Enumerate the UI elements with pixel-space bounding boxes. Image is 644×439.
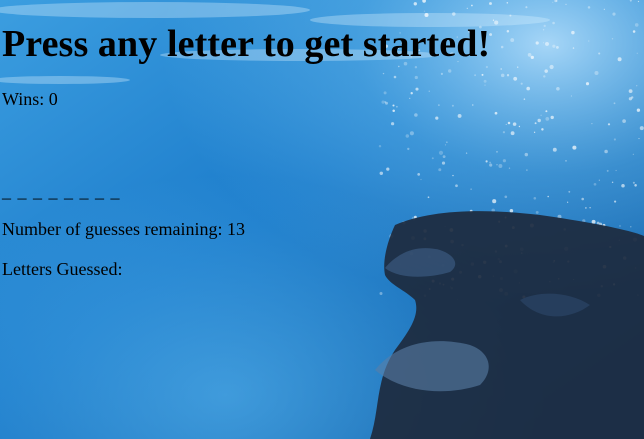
letters-guessed: Letters Guessed: xyxy=(2,258,644,280)
wins-value: 0 xyxy=(48,89,58,109)
current-word-blanks: _ _ _ _ _ _ _ _ xyxy=(2,181,121,201)
start-prompt-heading: Press any letter to get started! xyxy=(2,23,491,65)
letters-guessed-label: Letters Guessed: xyxy=(2,259,123,279)
game-panel: Press any letter to get started! Wins: 0… xyxy=(0,0,644,280)
wins-counter: Wins: 0 xyxy=(2,88,644,110)
wins-label: Wins: xyxy=(2,89,45,109)
guesses-remaining: Number of guesses remaining: 13 xyxy=(2,218,644,240)
guesses-remaining-value: 13 xyxy=(226,219,245,239)
guesses-remaining-label: Number of guesses remaining: xyxy=(2,219,223,239)
